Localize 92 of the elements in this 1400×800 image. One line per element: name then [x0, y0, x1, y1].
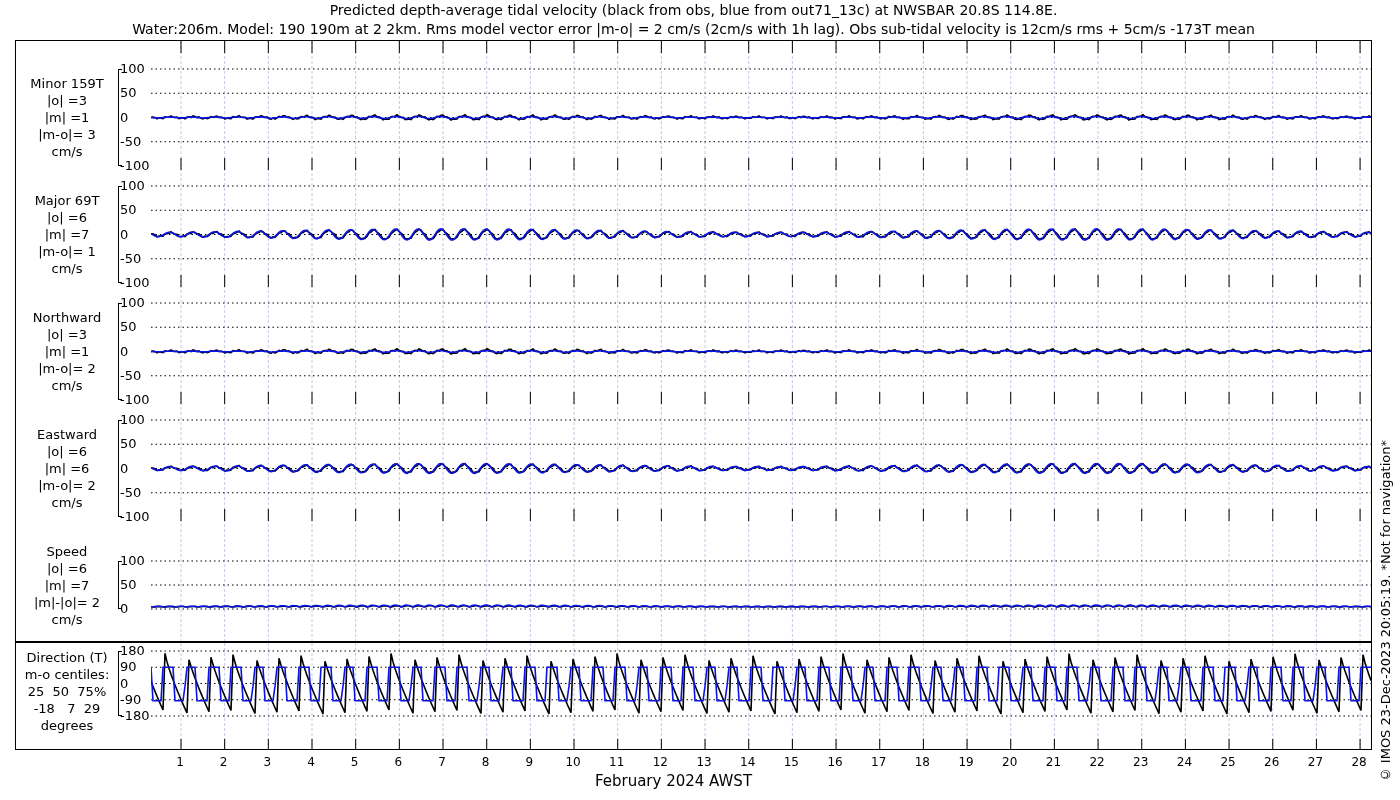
x-tick-label: 8 — [481, 754, 490, 771]
y-tick-label: 100 — [120, 61, 146, 77]
panel-label-line: Northward — [32, 309, 102, 326]
x-tick-label: 4 — [307, 754, 315, 771]
x-tick-label: 1 — [176, 754, 184, 771]
panel-label-line: -18 7 29 — [33, 699, 101, 717]
panel-label-line: |o| =3 — [47, 92, 87, 109]
axis-bracket — [118, 651, 122, 716]
chart-title: Predicted depth-average tidal velocity (black from obs, blue from out71_13c) at NWSBAR 20.8S 114.8E. — [329, 1, 1058, 20]
y-tick-label: 50 — [120, 319, 138, 336]
x-tick-label: 27 — [1307, 754, 1324, 771]
y-tick-label: 100 — [120, 178, 146, 194]
x-tick-label: 14 — [740, 754, 756, 771]
y-tick-label: -100 — [120, 392, 150, 408]
x-tick-label: 21 — [1045, 754, 1062, 771]
x-tick-label: 23 — [1133, 754, 1149, 771]
y-tick-label: 50 — [120, 202, 138, 219]
panel-label-line: |o| =6 — [47, 560, 87, 577]
y-tick-label: -100 — [120, 275, 150, 291]
panel-label-line: cm/s — [51, 611, 83, 628]
panel-label-line: |m| =6 — [44, 460, 90, 477]
panel-label-line: m-o centiles: — [24, 665, 110, 683]
y-tick-label: 50 — [120, 436, 138, 453]
x-tick-label: 17 — [871, 754, 887, 771]
x-axis-label: February 2024 AWST — [594, 771, 753, 792]
copyright-note: © IMOS 23-Dec-2023 20:05:19. *Not for navigation* — [1377, 439, 1395, 782]
panel-label-line: |m| =7 — [44, 577, 90, 594]
panel-label-line: Speed — [46, 543, 88, 560]
y-tick-label: 0 — [120, 109, 130, 126]
y-tick-label: 100 — [120, 553, 145, 569]
panel-label-line: |m| =7 — [44, 226, 90, 243]
panel-label-line: |o| =3 — [47, 326, 87, 343]
y-tick-label: -90 — [120, 691, 143, 708]
y-tick-label: -50 — [120, 484, 143, 501]
panel-label-line: Direction (T) — [26, 648, 108, 666]
x-tick-label: 12 — [652, 754, 668, 771]
y-tick-label: 90 — [120, 659, 138, 676]
x-tick-label: 6 — [394, 754, 403, 771]
x-tick-label: 26 — [1264, 754, 1280, 771]
chart-title: Water:206m. Model: 190 190m at 2 2km. Rms model vector error |m-o| = 2 cm/s (2cm/s with 1h lag). Obs sub-tidal velocity is 12cm/s rms + 5cm/s -173T mean — [132, 20, 1255, 39]
panel-label-line: |m| =1 — [44, 109, 90, 126]
y-tick-label: 100 — [120, 412, 146, 428]
x-tick-label: 11 — [609, 754, 625, 771]
x-tick-label: 25 — [1220, 754, 1236, 771]
panel-label-line: cm/s — [51, 377, 83, 394]
y-tick-label: -50 — [120, 133, 143, 150]
x-tick-label: 18 — [914, 754, 930, 771]
y-tick-label: -100 — [120, 509, 150, 525]
y-tick-label: -180 — [120, 708, 150, 724]
y-tick-label: -50 — [120, 250, 143, 267]
panel-label-line: |m-o|= 2 — [38, 360, 96, 377]
x-tick-label: 13 — [696, 754, 712, 771]
panel-label-line: |m-o|= 1 — [38, 243, 96, 260]
x-tick-label: 9 — [525, 754, 534, 771]
panel-label-line: cm/s — [51, 260, 83, 277]
panel-label-line: cm/s — [51, 494, 83, 511]
y-tick-label: -50 — [120, 367, 143, 384]
x-tick-label: 24 — [1176, 754, 1193, 771]
x-tick-label: 28 — [1351, 754, 1367, 771]
x-tick-label: 5 — [350, 754, 359, 771]
x-tick-label: 3 — [263, 754, 272, 771]
panel-label-line: |m-o|= 3 — [38, 126, 96, 143]
y-tick-label: 0 — [120, 460, 130, 477]
x-tick-label: 16 — [827, 754, 843, 771]
panel-label-line: Major 69T — [34, 192, 100, 209]
panel-label-line: degrees — [40, 716, 94, 734]
x-tick-label: 19 — [958, 754, 974, 771]
axis-bracket — [118, 561, 122, 609]
y-tick-label: 0 — [120, 226, 130, 243]
y-tick-label: 100 — [120, 295, 146, 311]
y-tick-label: 0 — [120, 675, 130, 692]
panel-label-line: Eastward — [37, 426, 97, 443]
panel-label-line: cm/s — [51, 143, 83, 160]
x-tick-label: 22 — [1089, 754, 1105, 771]
panel-label-line: Minor 159T — [30, 75, 104, 92]
y-tick-label: 0 — [120, 343, 130, 360]
y-tick-label: 50 — [120, 577, 138, 593]
x-tick-label: 7 — [438, 754, 446, 771]
x-tick-label: 15 — [783, 754, 799, 771]
y-tick-label: -100 — [120, 158, 150, 174]
panel-label-line: |m| =1 — [44, 343, 90, 360]
panel-label-line: |m-o|= 2 — [38, 477, 96, 494]
x-tick-label: 20 — [1002, 754, 1018, 771]
x-tick-label: 10 — [565, 754, 581, 771]
x-tick-label: 2 — [219, 754, 228, 771]
panel-label-line: |m|-|o|= 2 — [33, 594, 101, 611]
y-tick-label: 180 — [120, 643, 146, 659]
y-tick-label: 50 — [120, 85, 138, 102]
panel-label-line: |o| =6 — [47, 209, 87, 226]
panel-label-line: |o| =6 — [47, 443, 87, 460]
y-tick-label: 0 — [120, 601, 130, 617]
panel-label-line: 25 50 75% — [27, 682, 107, 700]
